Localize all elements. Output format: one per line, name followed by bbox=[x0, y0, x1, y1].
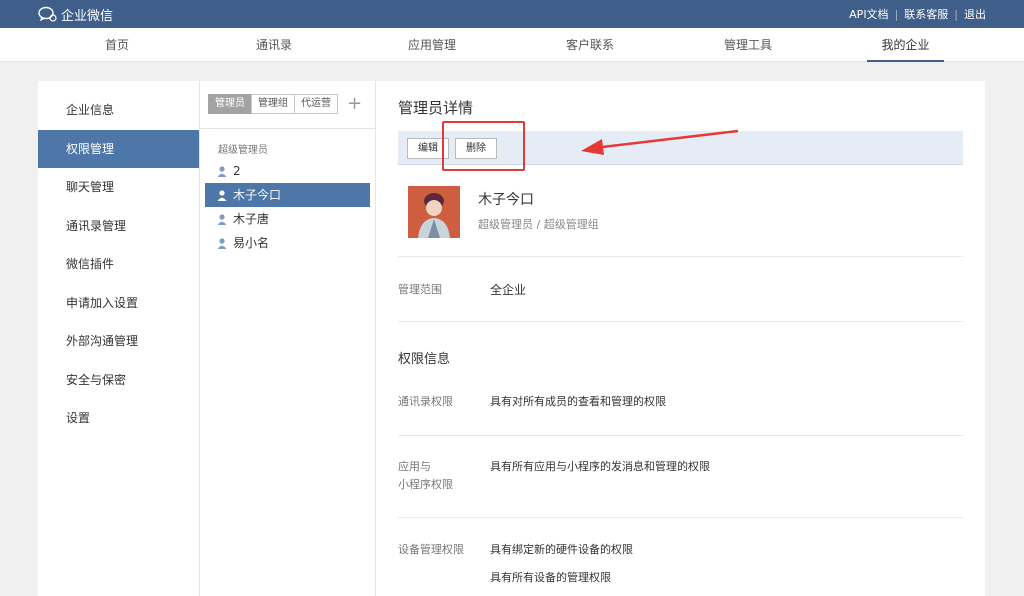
tab-management-tools[interactable]: 管理工具 bbox=[708, 28, 788, 62]
menu-permissions[interactable]: 权限管理 bbox=[38, 129, 199, 168]
contacts-permission-label: 通讯录权限 bbox=[398, 395, 453, 408]
menu-contacts-management[interactable]: 通讯录管理 bbox=[38, 207, 199, 246]
segment-operators[interactable]: 代运营 bbox=[294, 94, 338, 114]
contact-support-link[interactable]: 联系客服 bbox=[904, 6, 948, 22]
add-icon[interactable]: + bbox=[347, 94, 362, 114]
person-icon bbox=[217, 213, 227, 225]
divider: | bbox=[894, 7, 899, 21]
admin-item-selected[interactable]: 木子今口 bbox=[205, 183, 370, 207]
scope-value: 全企业 bbox=[490, 283, 527, 297]
menu-enterprise-info[interactable]: 企业信息 bbox=[38, 91, 199, 130]
tab-home[interactable]: 首页 bbox=[77, 28, 157, 62]
segment-admins[interactable]: 管理员 bbox=[208, 94, 252, 114]
admin-detail: 管理员详情 编辑 删除 木子今口 超级管理员 / 超级管理组 管理范围 全企业 bbox=[376, 81, 985, 596]
admin-name: 木子今口 bbox=[233, 188, 282, 202]
divider bbox=[398, 435, 963, 436]
person-icon bbox=[217, 189, 227, 201]
admin-item[interactable]: 木子唐 bbox=[205, 207, 370, 231]
menu-security[interactable]: 安全与保密 bbox=[38, 361, 199, 400]
segment-admin-groups[interactable]: 管理组 bbox=[251, 94, 295, 114]
app-permission-label-line1: 应用与 bbox=[398, 460, 431, 473]
menu-settings[interactable]: 设置 bbox=[38, 399, 199, 438]
top-links: API文档 | 联系客服 | 退出 bbox=[849, 0, 986, 28]
admin-item[interactable]: 2 bbox=[205, 159, 370, 183]
admin-role: 超级管理员 / 超级管理组 bbox=[478, 218, 599, 231]
menu-chat-management[interactable]: 聊天管理 bbox=[38, 168, 199, 207]
left-menu: 企业信息 权限管理 聊天管理 通讯录管理 微信插件 申请加入设置 外部沟通管理 … bbox=[38, 91, 199, 438]
permissions-title: 权限信息 bbox=[398, 352, 451, 367]
tab-apps[interactable]: 应用管理 bbox=[392, 28, 472, 62]
person-icon bbox=[217, 237, 227, 249]
device-permission-label: 设备管理权限 bbox=[398, 543, 464, 556]
avatar bbox=[408, 186, 460, 238]
logout-link[interactable]: 退出 bbox=[964, 6, 986, 22]
device-permission-value-1: 具有绑定新的硬件设备的权限 bbox=[490, 543, 633, 556]
api-docs-link[interactable]: API文档 bbox=[849, 6, 888, 22]
chat-bubble-icon bbox=[38, 6, 57, 22]
admin-list-panel: 管理员 管理组 代运营 + 超级管理员 2 木子今口 木子唐 易小名 bbox=[200, 81, 375, 596]
admin-name: 易小名 bbox=[233, 236, 270, 250]
app-permission-label-line2: 小程序权限 bbox=[398, 478, 453, 491]
admin-name: 2 bbox=[233, 164, 241, 178]
admin-name: 木子唐 bbox=[233, 212, 270, 226]
tab-my-enterprise[interactable]: 我的企业 bbox=[867, 28, 944, 62]
tab-contacts[interactable]: 通讯录 bbox=[234, 28, 314, 62]
tab-customer-contact[interactable]: 客户联系 bbox=[550, 28, 630, 62]
device-permission-value-2: 具有所有设备的管理权限 bbox=[490, 571, 611, 584]
scope-label: 管理范围 bbox=[398, 283, 442, 296]
brand-name: 企业微信 bbox=[61, 8, 114, 24]
divider bbox=[398, 321, 963, 322]
menu-join-settings[interactable]: 申请加入设置 bbox=[38, 284, 199, 323]
top-bar: 企业微信 API文档 | 联系客服 | 退出 bbox=[0, 0, 1024, 28]
group-label: 超级管理员 bbox=[218, 145, 268, 156]
menu-external-communication[interactable]: 外部沟通管理 bbox=[38, 322, 199, 361]
segment-tabs: 管理员 管理组 代运营 + bbox=[208, 94, 362, 114]
divider bbox=[398, 256, 963, 257]
admin-item[interactable]: 易小名 bbox=[205, 231, 370, 255]
arrow-annotation bbox=[581, 129, 739, 155]
menu-wechat-plugin[interactable]: 微信插件 bbox=[38, 245, 199, 284]
divider bbox=[200, 128, 375, 129]
admin-name-title: 木子今口 bbox=[478, 192, 534, 208]
app-permission-value: 具有所有应用与小程序的发消息和管理的权限 bbox=[490, 460, 710, 473]
divider: | bbox=[954, 7, 958, 21]
main-nav: 首页 通讯录 应用管理 客户联系 管理工具 我的企业 bbox=[0, 28, 1024, 62]
brand-logo[interactable]: 企业微信 bbox=[38, 5, 114, 24]
content-panel: 企业信息 权限管理 聊天管理 通讯录管理 微信插件 申请加入设置 外部沟通管理 … bbox=[38, 81, 985, 596]
person-icon bbox=[217, 165, 227, 177]
divider bbox=[398, 517, 963, 518]
contacts-permission-value: 具有对所有成员的查看和管理的权限 bbox=[490, 395, 666, 408]
